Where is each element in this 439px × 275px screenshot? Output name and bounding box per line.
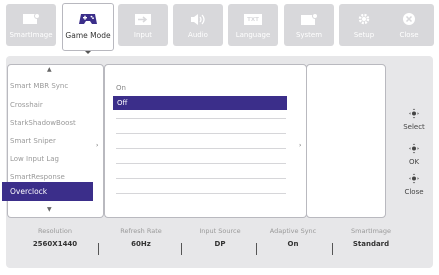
divider [116, 133, 286, 134]
feature-menu-expander[interactable] [93, 64, 104, 218]
menu-item[interactable]: SmartResponse [10, 173, 65, 181]
option-off-selected[interactable]: Off [113, 96, 287, 110]
scroll-down-icon[interactable]: ▼ [47, 206, 52, 213]
menu-item-selected[interactable]: Overclock [2, 182, 93, 201]
select-label: Select [403, 123, 425, 131]
tab-label: Setup [353, 31, 375, 39]
input-icon [133, 11, 153, 27]
tab-label: System [295, 31, 323, 39]
joystick-select-icon [398, 104, 430, 123]
tab-label: SmartImage [9, 31, 53, 39]
menu-item[interactable]: Smart Sniper [10, 137, 56, 145]
status-value: Standard [352, 240, 390, 248]
chevron-right-icon: › [299, 142, 302, 149]
status-resolution: Resolution 2560X1440 [20, 227, 90, 248]
select-button[interactable]: Select [398, 104, 430, 131]
tab-smartimage[interactable]: SmartImage [6, 4, 56, 46]
tab-label: Game Mode [65, 31, 111, 40]
status-value: On [287, 240, 299, 248]
status-label: Resolution [38, 227, 72, 235]
close-label: Close [404, 188, 424, 196]
options-panel [104, 64, 298, 218]
divider [116, 193, 286, 194]
gamepad-icon [78, 11, 98, 27]
joystick-close-icon [398, 169, 430, 188]
status-label: Refresh Rate [120, 227, 162, 235]
submenu-panel [306, 64, 386, 218]
menu-item[interactable]: Crosshair [10, 101, 43, 109]
system-icon [299, 11, 319, 27]
close-icon [399, 11, 419, 27]
status-separator [256, 243, 257, 255]
menu-item[interactable]: StarkShadowBoost [10, 119, 76, 127]
status-value: 2560X1440 [32, 240, 78, 248]
chevron-right-icon: › [96, 142, 99, 149]
gear-icon [354, 11, 374, 27]
divider [116, 163, 286, 164]
tab-label: Audio [188, 31, 208, 39]
tab-input[interactable]: Input [118, 4, 168, 46]
status-separator [332, 243, 333, 255]
status-label: Input Source [199, 227, 241, 235]
tab-game-mode[interactable]: Game Mode [62, 3, 114, 54]
status-smartimage: SmartImage Standard [336, 227, 406, 248]
status-value: 60Hz [131, 240, 151, 248]
ok-button[interactable]: OK [398, 139, 430, 166]
status-label: SmartImage [350, 227, 392, 235]
status-label: Adaptive Sync [269, 227, 317, 235]
menu-item[interactable]: Low Input Lag [10, 155, 59, 163]
menu-item[interactable]: Smart MBR Sync [10, 82, 68, 90]
svg-text:TXT: TXT [247, 17, 259, 23]
tab-label: Language [235, 31, 271, 39]
status-value: DP [214, 240, 226, 248]
status-refresh-rate: Refresh Rate 60Hz [106, 227, 176, 248]
osd-toolbar: SmartImage Game Mode Input Audio TXT Lan… [0, 0, 439, 56]
status-adaptive-sync: Adaptive Sync On [258, 227, 328, 248]
tab-close[interactable]: Close [384, 4, 434, 46]
tab-audio[interactable]: Audio [173, 4, 223, 46]
speaker-icon [188, 11, 208, 27]
joystick-ok-icon [398, 139, 430, 158]
tab-setup[interactable]: Setup [339, 4, 389, 46]
status-separator [181, 243, 182, 255]
divider [116, 178, 286, 179]
divider [116, 118, 286, 119]
close-side-button[interactable]: Close [398, 169, 430, 196]
txt-icon: TXT [243, 11, 263, 27]
status-separator [98, 243, 99, 255]
tab-label: Close [399, 31, 419, 39]
smartimage-icon [21, 11, 41, 27]
status-input-source: Input Source DP [185, 227, 255, 248]
tab-label: Input [133, 31, 153, 39]
tab-system[interactable]: System [284, 4, 334, 46]
option-on[interactable]: On [116, 84, 126, 92]
divider [116, 148, 286, 149]
tab-language[interactable]: TXT Language [228, 4, 278, 46]
ok-label: OK [408, 158, 420, 166]
scroll-up-icon[interactable]: ▲ [47, 66, 52, 73]
